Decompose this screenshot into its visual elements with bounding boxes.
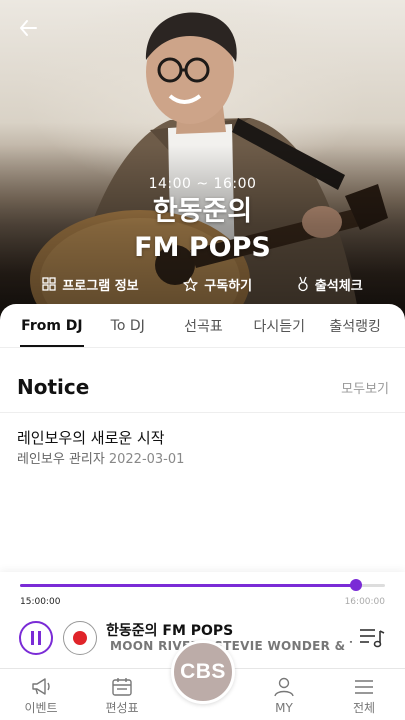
tab-playlist[interactable]: 선곡표 (166, 304, 242, 347)
subscribe-label: 구독하기 (204, 278, 253, 294)
playlist-music-icon (360, 629, 385, 648)
pause-button[interactable] (19, 621, 53, 655)
program-tabs: From DJ To DJ 선곡표 다시듣기 출석랭킹 (0, 304, 405, 348)
notice-item-meta: 레인보우 관리자 2022-03-01 (17, 450, 389, 470)
program-title-line2: FM POPS (134, 232, 271, 263)
progress-track[interactable] (20, 579, 385, 591)
pause-icon (31, 631, 41, 645)
cbs-logo: CBS (180, 660, 226, 683)
notice-header: Notice 모두보기 (17, 374, 389, 400)
program-hero: 14:00 ~ 16:00 한동준의 FM POPS 프로그램 정보 구독하기 (0, 0, 405, 322)
nav-event[interactable]: 이벤트 (11, 677, 71, 717)
nav-my-label: MY (275, 701, 293, 715)
tab-replay[interactable]: 다시듣기 (241, 304, 317, 347)
nav-schedule[interactable]: 편성표 (92, 677, 152, 717)
tab-to-dj[interactable]: To DJ (90, 304, 166, 347)
arrow-left-icon (20, 20, 37, 36)
program-title-line1: 한동준의 (152, 196, 253, 227)
notice-list-item[interactable]: 레인보우의 새로운 시작 레인보우 관리자 2022-03-01 (17, 428, 389, 470)
attendance-check-button[interactable]: 출석체크 (297, 275, 363, 294)
subscribe-button[interactable]: 구독하기 (183, 275, 252, 294)
playlist-button[interactable] (356, 624, 388, 652)
notice-item-title: 레인보우의 새로운 시작 (17, 429, 165, 447)
tab-attendance-ranking[interactable]: 출석랭킹 (317, 304, 393, 347)
notice-title: Notice (17, 375, 90, 399)
content-sheet: From DJ To DJ 선곡표 다시듣기 출석랭킹 Notice 모두보기 … (0, 304, 405, 572)
notice-divider (0, 412, 405, 413)
progress-knob[interactable] (349, 579, 362, 591)
back-button[interactable] (12, 12, 44, 44)
medal-icon (298, 276, 308, 292)
notice-view-all-link[interactable]: 모두보기 (341, 378, 389, 397)
grid-icon (42, 277, 56, 291)
attendance-check-label: 출석체크 (314, 278, 363, 294)
time-end: 16:00:00 (344, 597, 385, 607)
nav-event-label: 이벤트 (24, 701, 58, 715)
tab-from-dj[interactable]: From DJ (14, 304, 90, 347)
program-info-label: 프로그램 정보 (62, 278, 139, 294)
progress-fill (20, 584, 356, 587)
program-title: 한동준의 FM POPS (0, 194, 405, 266)
star-icon (183, 277, 198, 291)
nav-my[interactable]: MY (254, 677, 314, 717)
program-time: 14:00 ~ 16:00 (148, 176, 257, 192)
calendar-icon (112, 678, 132, 696)
nav-all-menu-label: 전체 (352, 701, 376, 715)
now-playing-program: 한동준의 FM POPS (106, 623, 234, 639)
menu-icon (355, 680, 373, 694)
program-info-button[interactable]: 프로그램 정보 (42, 275, 139, 294)
nav-all-menu[interactable]: 전체 (334, 677, 394, 717)
cbs-home-button[interactable]: CBS (171, 640, 235, 704)
notice-item-date: 2022-03-01 (108, 452, 185, 467)
nav-schedule-label: 편성표 (105, 701, 139, 715)
now-playing-song: MOON RIVER - STEVIE WONDER & TAKE 6 (110, 639, 352, 653)
megaphone-icon (32, 678, 50, 695)
person-icon (274, 677, 294, 697)
record-icon (73, 631, 87, 645)
hero-actions: 프로그램 정보 구독하기 출석체크 (0, 272, 405, 296)
notice-item-author: 레인보우 관리자 (17, 452, 105, 467)
record-button[interactable] (63, 621, 97, 655)
time-start: 15:00:00 (20, 597, 61, 607)
